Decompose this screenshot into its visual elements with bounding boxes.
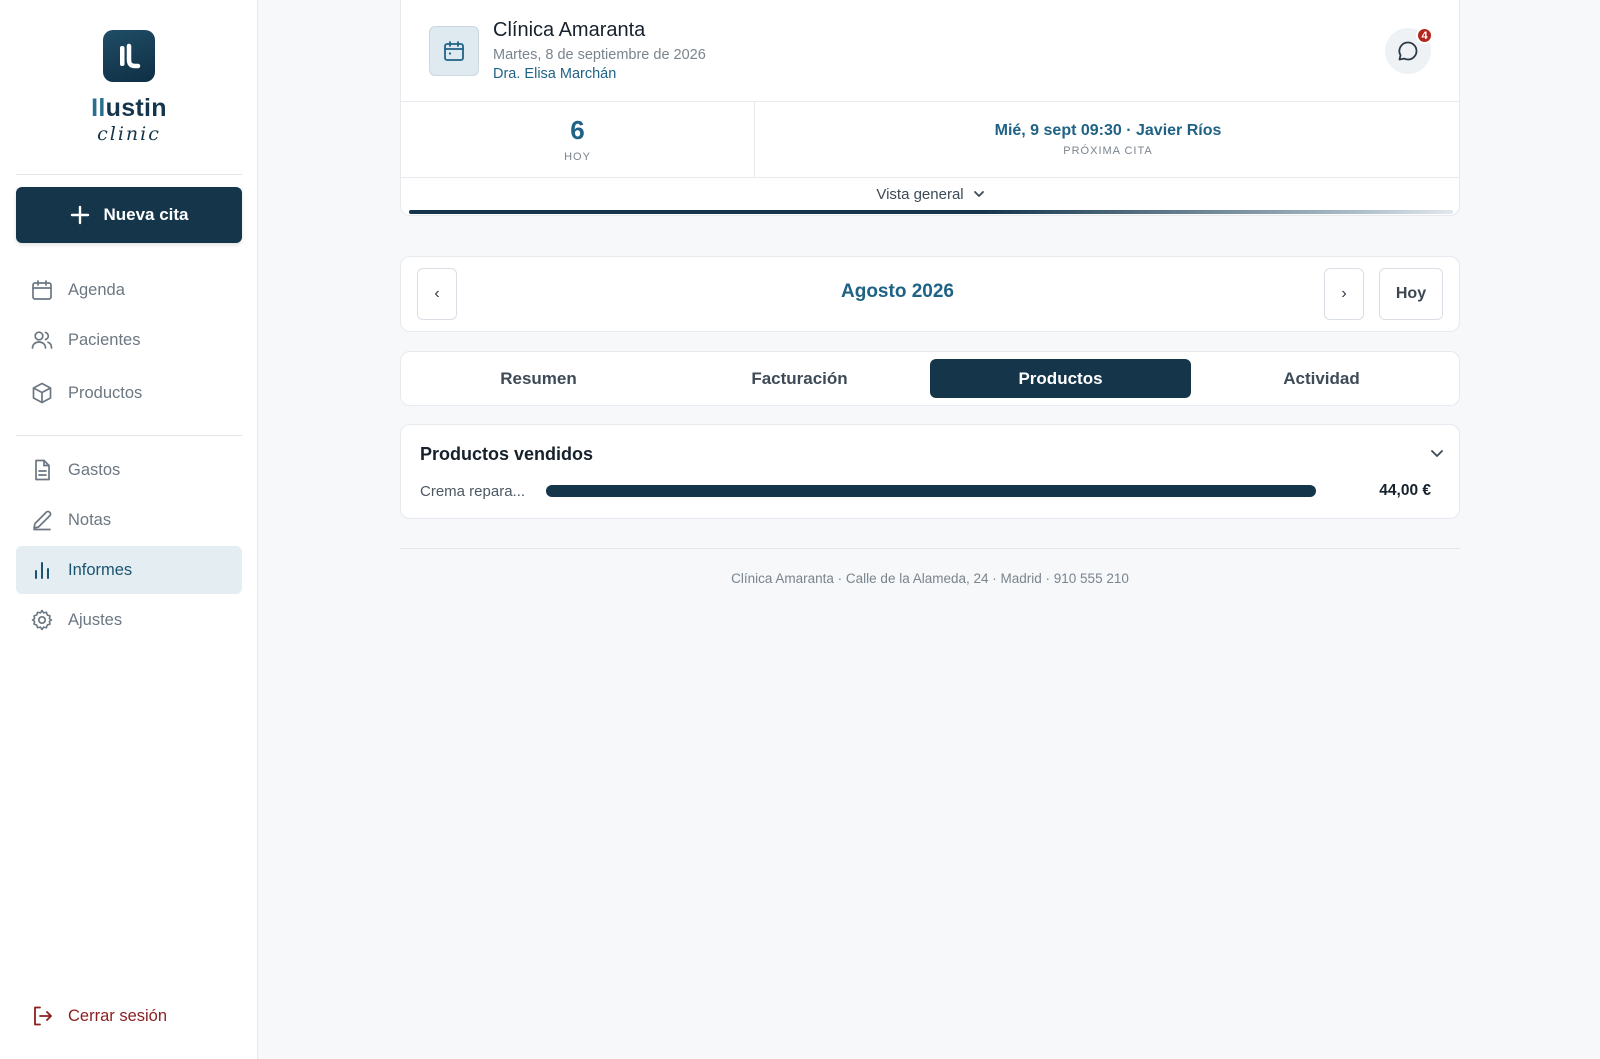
next-appointment-stat[interactable]: Mié, 9 sept 09:30 · Javier Ríos PRÓXIMA … <box>755 102 1459 177</box>
sidebar-item-label: Pacientes <box>68 330 141 349</box>
prev-month-button[interactable]: ‹ <box>417 268 457 320</box>
plus-icon <box>71 205 90 225</box>
next-appointment-value: Mié, 9 sept 09:30 · Javier Ríos <box>994 122 1222 139</box>
document-icon <box>35 459 50 481</box>
product-value: 44,00 € <box>1379 482 1431 499</box>
new-appointment-button[interactable]: Nueva cita <box>16 187 242 243</box>
sidebar-item-productos[interactable]: Productos <box>16 369 242 417</box>
messages-button[interactable]: 4 <box>1385 27 1433 74</box>
products-sold-title: Productos vendidos <box>420 444 594 464</box>
product-bar-track <box>546 485 1316 497</box>
sidebar-item-label: Agenda <box>68 280 125 299</box>
bar-chart-icon <box>35 562 49 579</box>
month-navigator: ‹ Agosto 2026 › Hoy <box>400 256 1460 332</box>
next-appointment-label: PRÓXIMA CITA <box>1063 145 1153 157</box>
sidebar-item-agenda[interactable]: Agenda <box>16 266 242 314</box>
sidebar-item-pacientes[interactable]: Pacientes <box>16 316 242 364</box>
product-name: Crema repara... <box>420 483 526 500</box>
footer-address: Clínica Amaranta · Calle de la Alameda, … <box>731 571 1129 586</box>
sidebar-item-notas[interactable]: Notas <box>16 496 242 544</box>
sidebar-divider <box>16 435 242 436</box>
sidebar-divider <box>16 174 242 175</box>
calendar-icon <box>32 280 52 300</box>
footer-divider <box>400 548 1460 549</box>
overview-toggle[interactable]: Vista general <box>401 178 1459 210</box>
sidebar-item-label: Notas <box>68 510 112 529</box>
tab-resumen[interactable]: Resumen <box>408 359 669 398</box>
sidebar: Ilustin clinic Nueva cita Agenda Pacient… <box>0 0 258 1059</box>
sidebar-item-label: Gastos <box>68 460 121 479</box>
chevron-down-icon <box>973 191 984 197</box>
products-sold-card: Productos vendidos Crema repara... 44,00… <box>400 424 1460 519</box>
chat-icon <box>1398 41 1418 61</box>
logo-mark-icon <box>103 30 155 82</box>
chevron-down-icon[interactable] <box>1429 445 1445 461</box>
sidebar-item-ajustes[interactable]: Ajustes <box>16 596 242 644</box>
stats-row: 6 HOY Mié, 9 sept 09:30 · Javier Ríos PR… <box>401 101 1459 178</box>
logout-icon <box>34 1006 52 1026</box>
clinic-name: Clínica Amaranta <box>493 19 646 41</box>
sidebar-item-gastos[interactable]: Gastos <box>16 446 242 494</box>
header-accent-bar <box>409 210 1453 214</box>
report-tabs: Resumen Facturación Productos Actividad <box>400 351 1460 406</box>
brand-logo[interactable]: Ilustin clinic <box>0 30 258 144</box>
overview-label: Vista general <box>876 185 964 203</box>
sidebar-item-label: Productos <box>68 383 143 402</box>
month-label: Agosto 2026 <box>841 281 954 302</box>
product-bar-fill <box>546 485 1316 497</box>
next-month-button[interactable]: › <box>1324 268 1364 320</box>
brand-sub: clinic <box>97 123 161 145</box>
tab-productos[interactable]: Productos <box>930 359 1191 398</box>
logout-button[interactable]: Cerrar sesión <box>16 1000 242 1032</box>
tab-actividad[interactable]: Actividad <box>1191 359 1452 398</box>
doctor-name[interactable]: Dra. Elisa Marchán <box>493 66 616 82</box>
today-stat: 6 HOY <box>401 102 755 177</box>
logout-label: Cerrar sesión <box>68 1006 168 1025</box>
tab-facturacion[interactable]: Facturación <box>669 359 930 398</box>
clinic-header: Clínica Amaranta Martes, 8 de septiembre… <box>400 0 1460 216</box>
new-appointment-label: Nueva cita <box>103 205 189 224</box>
today-count: 6 <box>570 114 585 145</box>
current-date: Martes, 8 de septiembre de 2026 <box>493 47 706 63</box>
pencil-icon <box>33 510 52 531</box>
box-icon <box>32 382 52 404</box>
brand-name: Ilustin <box>91 94 167 122</box>
notification-badge: 4 <box>1416 27 1433 44</box>
users-icon <box>31 331 53 349</box>
today-button[interactable]: Hoy <box>1379 268 1443 320</box>
calendar-icon <box>429 26 479 76</box>
sidebar-item-label: Ajustes <box>68 610 123 629</box>
sidebar-item-informes[interactable]: Informes <box>16 546 242 594</box>
sidebar-item-label: Informes <box>68 560 133 579</box>
gear-icon <box>31 609 53 631</box>
today-label: HOY <box>564 150 591 163</box>
